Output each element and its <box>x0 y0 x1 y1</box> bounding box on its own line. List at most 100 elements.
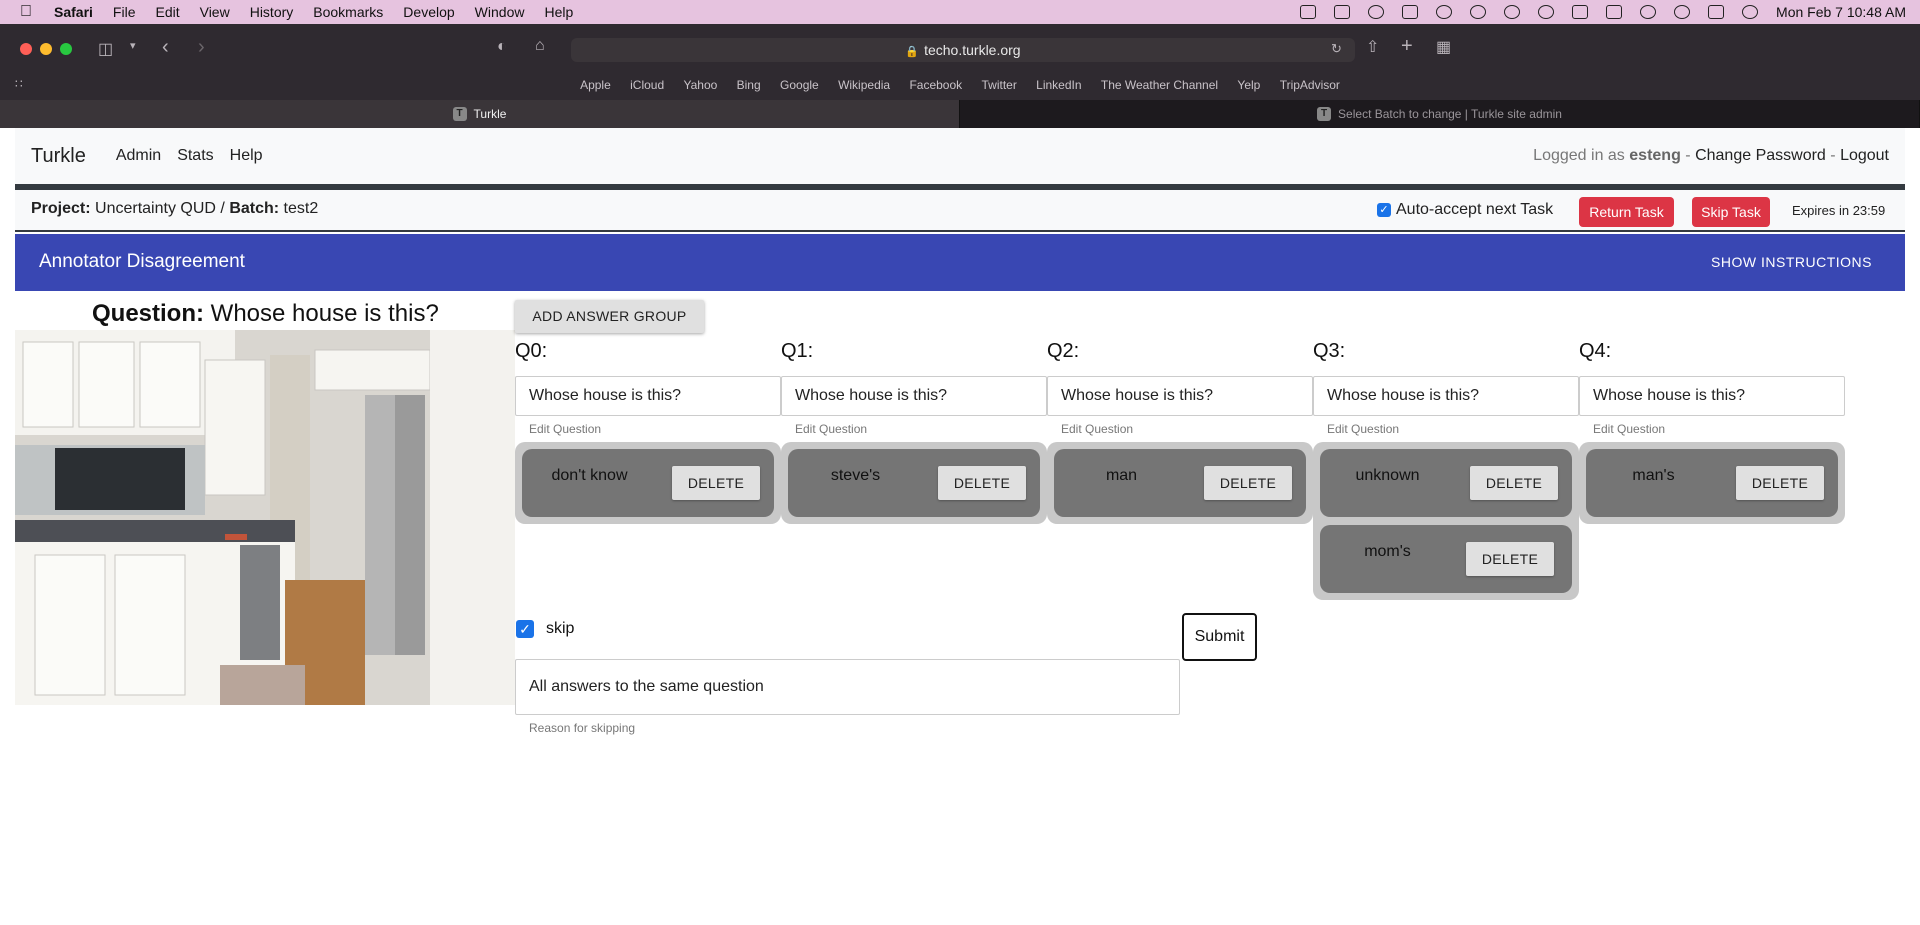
answer-group[interactable]: steve's DELETE <box>781 442 1047 524</box>
favorite-facebook[interactable]: Facebook <box>909 78 962 92</box>
add-answer-group-button[interactable]: ADD ANSWER GROUP <box>515 300 704 333</box>
answer-group[interactable]: don't know DELETE <box>515 442 781 524</box>
menu-edit[interactable]: Edit <box>155 4 179 20</box>
batch-name: test2 <box>283 200 319 217</box>
nav-help[interactable]: Help <box>230 147 263 165</box>
favorite-yelp[interactable]: Yelp <box>1237 78 1260 92</box>
delete-button[interactable]: DELETE <box>1736 466 1824 500</box>
grammar-icon[interactable] <box>1402 5 1419 19</box>
answer-card[interactable]: man's DELETE <box>1586 449 1838 517</box>
favorite-apple[interactable]: Apple <box>580 78 611 92</box>
favorite-google[interactable]: Google <box>780 78 819 92</box>
favorite-tripadvisor[interactable]: TripAdvisor <box>1280 78 1340 92</box>
zoom-window-button[interactable] <box>60 43 72 55</box>
answer-card[interactable]: don't know DELETE <box>522 449 774 517</box>
forward-icon[interactable]: › <box>198 36 205 59</box>
edit-question-help: Edit Question <box>1061 422 1134 436</box>
project-label: Project: <box>31 200 91 217</box>
minimize-window-button[interactable] <box>40 43 52 55</box>
close-window-button[interactable] <box>20 43 32 55</box>
delete-button[interactable]: DELETE <box>672 466 760 500</box>
favorite-bing[interactable]: Bing <box>737 78 761 92</box>
headphones-icon[interactable] <box>1538 5 1555 19</box>
menu-app-safari[interactable]: Safari <box>54 4 93 20</box>
question-input-q4[interactable]: Whose house is this? <box>1579 376 1845 416</box>
shield-icon[interactable]: ◐ <box>497 38 507 56</box>
siri-icon[interactable] <box>1742 5 1759 19</box>
menu-clock[interactable]: Mon Feb 7 10:48 AM <box>1776 4 1906 20</box>
logout-link[interactable]: Logout <box>1840 147 1889 164</box>
home-icon[interactable]: ⌂ <box>535 37 545 55</box>
reload-icon[interactable]: ↻ <box>1331 41 1342 57</box>
favorite-wikipedia[interactable]: Wikipedia <box>838 78 890 92</box>
delete-button[interactable]: DELETE <box>1204 466 1292 500</box>
menu-history[interactable]: History <box>250 4 294 20</box>
favorite-linkedin[interactable]: LinkedIn <box>1036 78 1081 92</box>
tab-overview-icon[interactable]: ▦ <box>1436 37 1451 57</box>
skip-reason-input[interactable]: All answers to the same question <box>515 659 1180 715</box>
question-column-q4: Q4: Whose house is this? Edit Question m… <box>1579 336 1845 524</box>
answer-text: steve's <box>830 467 881 484</box>
cloud-icon[interactable] <box>1368 5 1385 19</box>
favorite-weather-channel[interactable]: The Weather Channel <box>1101 78 1218 92</box>
menu-develop[interactable]: Develop <box>403 4 454 20</box>
menu-file[interactable]: File <box>113 4 136 20</box>
brand-link[interactable]: Turkle <box>31 145 86 168</box>
delete-button[interactable]: DELETE <box>938 466 1026 500</box>
question-input-q2[interactable]: Whose house is this? <box>1047 376 1313 416</box>
vpn-icon[interactable] <box>1436 5 1453 19</box>
nav-stats[interactable]: Stats <box>177 147 213 165</box>
nav-admin[interactable]: Admin <box>116 147 161 165</box>
change-password-link[interactable]: Change Password <box>1695 147 1826 164</box>
wifi-icon[interactable] <box>1640 5 1657 19</box>
auto-accept-toggle[interactable]: ✓ Auto-accept next Task <box>1377 201 1553 219</box>
menu-bookmarks[interactable]: Bookmarks <box>313 4 383 20</box>
menu-help[interactable]: Help <box>544 4 573 20</box>
favorite-yahoo[interactable]: Yahoo <box>683 78 717 92</box>
control-center-icon[interactable] <box>1708 5 1725 19</box>
user-info: Logged in as esteng - Change Password - … <box>1533 147 1889 165</box>
back-icon[interactable]: ‹ <box>162 36 169 59</box>
answer-group[interactable]: man DELETE <box>1047 442 1313 524</box>
delete-button[interactable]: DELETE <box>1470 466 1558 500</box>
answer-card[interactable]: mom's DELETE <box>1320 525 1572 593</box>
delete-button[interactable]: DELETE <box>1466 542 1554 576</box>
question-label: Question: <box>92 300 204 327</box>
spotlight-search-icon[interactable] <box>1674 5 1691 19</box>
answer-card[interactable]: unknown DELETE <box>1320 449 1572 517</box>
question-input-q3[interactable]: Whose house is this? <box>1313 376 1579 416</box>
favorite-twitter[interactable]: Twitter <box>981 78 1016 92</box>
share-icon[interactable]: ⇧ <box>1366 37 1379 57</box>
menu-view[interactable]: View <box>200 4 230 20</box>
battery-icon[interactable] <box>1606 5 1623 19</box>
sidebar-icon[interactable]: ◫ <box>98 39 113 59</box>
separator: - <box>1685 147 1691 164</box>
skip-checkbox[interactable]: ✓ <box>516 620 534 638</box>
answer-card[interactable]: man DELETE <box>1054 449 1306 517</box>
favorite-icloud[interactable]: iCloud <box>630 78 664 92</box>
address-bar[interactable]: 🔒 techo.turkle.org <box>571 38 1355 62</box>
show-instructions-button[interactable]: SHOW INSTRUCTIONS <box>1711 254 1872 270</box>
new-tab-icon[interactable]: + <box>1401 35 1413 58</box>
play-icon[interactable] <box>1504 5 1521 19</box>
question-input-q1[interactable]: Whose house is this? <box>781 376 1047 416</box>
apple-icon[interactable]:  <box>20 3 38 21</box>
submit-button[interactable]: Submit <box>1182 613 1257 661</box>
tab-turkle[interactable]: T Turkle <box>0 100 960 128</box>
drive-icon[interactable] <box>1300 5 1317 19</box>
checkbox-checked-icon[interactable]: ✓ <box>1377 203 1391 217</box>
menu-window[interactable]: Window <box>475 4 525 20</box>
clipboard-icon[interactable] <box>1334 5 1351 19</box>
question-input-q0[interactable]: Whose house is this? <box>515 376 781 416</box>
answer-group[interactable]: unknown DELETE mom's DELETE <box>1313 442 1579 600</box>
skip-task-button[interactable]: Skip Task <box>1692 197 1770 227</box>
answer-card[interactable]: steve's DELETE <box>788 449 1040 517</box>
question-column-q3: Q3: Whose house is this? Edit Question u… <box>1313 336 1579 600</box>
bluetooth-icon[interactable] <box>1572 5 1589 19</box>
answer-group[interactable]: man's DELETE <box>1579 442 1845 524</box>
status-menu-icons: Mon Feb 7 10:48 AM <box>1300 0 1906 24</box>
return-task-button[interactable]: Return Task <box>1579 197 1674 227</box>
chevron-down-icon[interactable]: ▾ <box>130 39 136 52</box>
tab-batch-admin[interactable]: T Select Batch to change | Turkle site a… <box>960 100 1920 128</box>
time-machine-icon[interactable] <box>1470 5 1487 19</box>
